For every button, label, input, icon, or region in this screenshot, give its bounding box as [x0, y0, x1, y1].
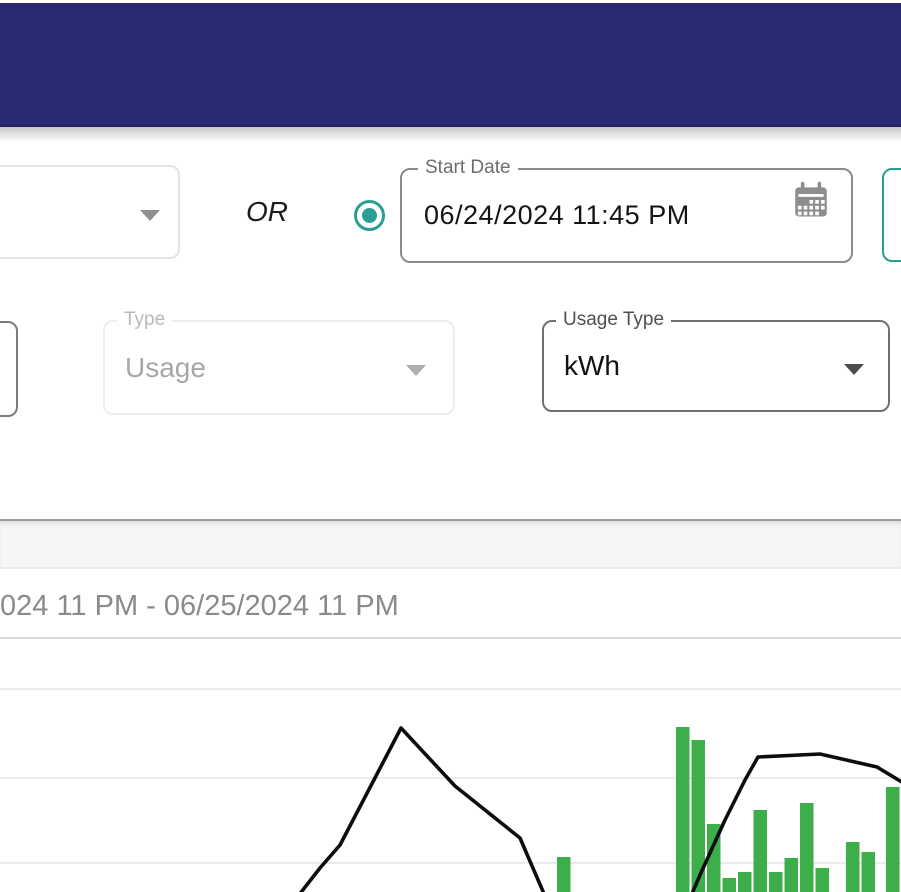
left-select2-cropped[interactable]	[0, 321, 18, 417]
chart-title: 024 11 PM - 06/25/2024 11 PM	[0, 590, 399, 622]
usage-bar	[769, 872, 783, 892]
usage-bar	[800, 803, 814, 892]
usage-chart	[0, 637, 901, 892]
calendar-icon[interactable]	[789, 179, 833, 221]
radio-selected-icon	[362, 208, 377, 223]
usage-type-select-label: Usage Type	[556, 309, 672, 331]
end-date-field-cropped[interactable]	[882, 168, 901, 262]
usage-type-select[interactable]: Usage Type kWh	[542, 309, 890, 412]
usage-bar	[557, 857, 571, 892]
dropdown-caret-icon	[406, 365, 426, 376]
dropdown-caret-icon	[844, 364, 864, 375]
usage-bar	[846, 842, 860, 892]
start-date-label: Start Date	[418, 157, 518, 179]
usage-bar	[753, 810, 767, 892]
usage-bar	[886, 787, 900, 892]
or-label: OR	[246, 196, 288, 227]
usage-type-select-value: kWh	[564, 350, 620, 381]
type-select-value: Usage	[125, 351, 206, 383]
usage-bar	[722, 878, 736, 892]
usage-bar	[815, 868, 829, 892]
date-mode-radio[interactable]	[354, 200, 385, 231]
app-header-shadow	[0, 127, 901, 142]
usage-bar	[738, 872, 752, 892]
left-select-cropped[interactable]	[0, 165, 180, 259]
usage-bar	[861, 852, 875, 892]
type-select-label: Type	[117, 309, 173, 331]
screen: OR Start Date 06/24/2024 11:45 PM Type U…	[0, 0, 901, 892]
usage-bar	[676, 727, 690, 892]
start-date-value: 06/24/2024 11:45 PM	[424, 200, 690, 230]
app-header-bar	[0, 3, 901, 127]
usage-bar	[784, 858, 798, 892]
start-date-field[interactable]: Start Date 06/24/2024 11:45 PM	[400, 157, 853, 263]
type-select[interactable]: Type Usage	[103, 309, 455, 415]
section-header-band	[0, 521, 901, 569]
dropdown-caret-icon	[140, 210, 160, 221]
